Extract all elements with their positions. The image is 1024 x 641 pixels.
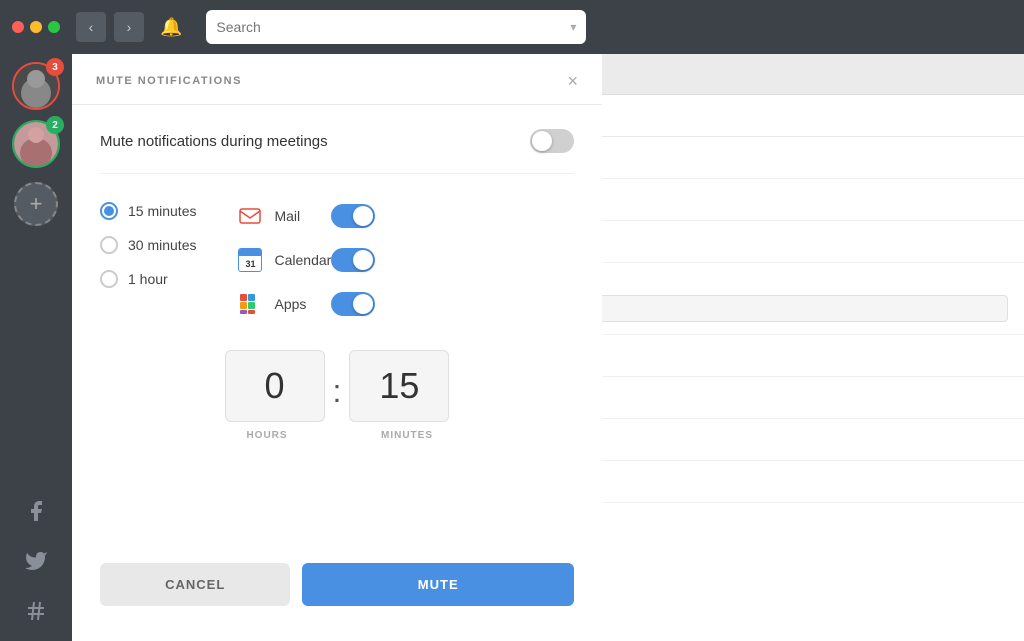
- back-button[interactable]: ‹: [76, 12, 106, 42]
- minimize-dot[interactable]: [30, 21, 42, 33]
- sidebar: 3 2 +: [0, 54, 72, 641]
- user2-badge: 2: [46, 116, 64, 134]
- user1-badge: 3: [46, 58, 64, 76]
- minutes-label: MINUTES: [357, 430, 457, 441]
- option-1hour-label: 1 hour: [128, 271, 168, 287]
- top-bar: ‹ › 🔔 ▾: [0, 0, 1024, 54]
- modal-close-button[interactable]: ×: [567, 72, 578, 90]
- maximize-dot[interactable]: [48, 21, 60, 33]
- hours-box: 0: [225, 350, 325, 422]
- time-labels: HOURS MINUTES: [100, 430, 574, 441]
- notifications-button[interactable]: 🔔: [152, 13, 190, 42]
- mail-label: Mail: [236, 202, 300, 230]
- sidebar-item-facebook[interactable]: [14, 489, 58, 533]
- time-display: 0 : 15: [100, 350, 574, 422]
- mail-toggle[interactable]: [331, 204, 375, 228]
- apps-notif-row: Apps: [236, 290, 375, 318]
- modal-footer: CANCEL MUTE: [72, 563, 602, 634]
- calendar-label: 31 Calendar: [236, 246, 331, 274]
- user1-avatar-wrapper[interactable]: 3: [12, 62, 60, 110]
- option-15min-label: 15 minutes: [128, 203, 196, 219]
- radio-1hour: [100, 270, 118, 288]
- mail-notif-label: Mail: [274, 208, 300, 224]
- sidebar-item-twitter[interactable]: [14, 539, 58, 583]
- option-30min[interactable]: 30 minutes: [100, 236, 196, 254]
- hours-label: HOURS: [217, 430, 317, 441]
- calendar-toggle[interactable]: [331, 248, 375, 272]
- mail-icon: [236, 202, 264, 230]
- content-area: MUTE NOTIFICATIONS × Mute notifications …: [72, 54, 1024, 641]
- radio-15min: [100, 202, 118, 220]
- modal-header: MUTE NOTIFICATIONS ×: [72, 54, 602, 105]
- modal-body: Mute notifications during meetings 15 mi…: [72, 105, 602, 563]
- notification-types: Mail 31: [236, 202, 375, 318]
- mute-during-label: Mute notifications during meetings: [100, 133, 328, 150]
- option-15min[interactable]: 15 minutes: [100, 202, 196, 220]
- add-account-button[interactable]: +: [14, 182, 58, 226]
- calendar-icon: 31: [236, 246, 264, 274]
- mute-during-meetings-row: Mute notifications during meetings: [100, 129, 574, 174]
- main-layout: 3 2 +: [0, 54, 1024, 641]
- search-bar: ▾: [206, 10, 586, 44]
- sidebar-item-hashtag[interactable]: [14, 589, 58, 633]
- search-chevron-icon: ▾: [570, 20, 576, 34]
- apps-notif-label: Apps: [274, 296, 306, 312]
- options-columns: 15 minutes 30 minutes 1 hour: [100, 202, 574, 318]
- minutes-box: 15: [349, 350, 449, 422]
- mute-button[interactable]: MUTE: [302, 563, 574, 606]
- duration-options: 15 minutes 30 minutes 1 hour: [100, 202, 196, 290]
- traffic-lights: [12, 21, 60, 33]
- facebook-icon: [24, 499, 48, 523]
- calendar-notif-label: Calendar: [274, 252, 331, 268]
- calendar-notif-row: 31 Calendar: [236, 246, 375, 274]
- user2-avatar-wrapper[interactable]: 2: [12, 120, 60, 168]
- cancel-button[interactable]: CANCEL: [100, 563, 290, 606]
- colon-spacer: [325, 430, 349, 441]
- forward-button[interactable]: ›: [114, 12, 144, 42]
- apps-label: Apps: [236, 290, 306, 318]
- close-dot[interactable]: [12, 21, 24, 33]
- mail-notif-row: Mail: [236, 202, 375, 230]
- apps-toggle[interactable]: [331, 292, 375, 316]
- apps-icon: [236, 290, 264, 318]
- mute-during-toggle[interactable]: [530, 129, 574, 153]
- search-input[interactable]: [216, 19, 570, 35]
- mute-modal: MUTE NOTIFICATIONS × Mute notifications …: [72, 54, 602, 634]
- hashtag-icon: [24, 599, 48, 623]
- option-30min-label: 30 minutes: [128, 237, 196, 253]
- time-colon: :: [333, 373, 342, 410]
- twitter-icon: [24, 549, 48, 573]
- modal-title: MUTE NOTIFICATIONS: [96, 75, 242, 87]
- option-1hour[interactable]: 1 hour: [100, 270, 196, 288]
- radio-30min: [100, 236, 118, 254]
